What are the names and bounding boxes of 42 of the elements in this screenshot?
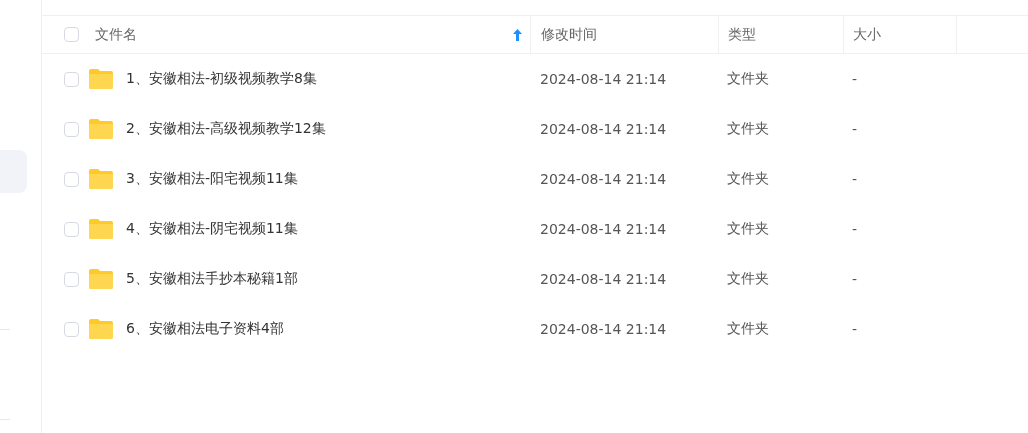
file-name[interactable]: 1、安徽相法-初级视频教学8集 [126, 70, 317, 88]
folder-icon [88, 68, 114, 90]
file-size: - [852, 171, 858, 187]
file-name[interactable]: 5、安徽相法手抄本秘籍1部 [126, 270, 298, 288]
modified-time: 2024-08-14 21:14 [540, 171, 667, 187]
file-type: 文件夹 [727, 220, 769, 238]
select-all-checkbox[interactable] [63, 27, 79, 42]
folder-icon [88, 168, 114, 190]
modified-time: 2024-08-14 21:14 [540, 321, 667, 337]
file-type: 文件夹 [727, 70, 769, 88]
column-header[interactable]: 修改时间 [541, 25, 597, 44]
column-header[interactable]: 文件名 [95, 25, 137, 44]
modified-time: 2024-08-14 21:14 [540, 271, 667, 287]
file-name[interactable]: 3、安徽相法-阳宅视频11集 [126, 170, 298, 188]
file-type: 文件夹 [727, 320, 769, 338]
row-checkbox[interactable] [63, 221, 79, 237]
file-size: - [852, 221, 858, 237]
file-size: - [852, 121, 858, 137]
file-type: 文件夹 [727, 120, 769, 138]
file-size: - [852, 71, 858, 87]
row-checkbox[interactable] [63, 321, 79, 337]
sort-arrow-icon[interactable] [513, 29, 522, 41]
modified-time: 2024-08-14 21:14 [540, 121, 667, 137]
file-size: - [852, 321, 858, 337]
file-type: 文件夹 [727, 170, 769, 188]
folder-icon [88, 118, 114, 140]
folder-icon [88, 318, 114, 340]
modified-time: 2024-08-14 21:14 [540, 71, 667, 87]
row-checkbox[interactable] [63, 121, 79, 137]
modified-time: 2024-08-14 21:14 [540, 221, 667, 237]
row-checkbox[interactable] [63, 271, 79, 287]
row-checkbox[interactable] [63, 171, 79, 187]
folder-icon [88, 268, 114, 290]
file-type: 文件夹 [727, 270, 769, 288]
file-name[interactable]: 2、安徽相法-高级视频教学12集 [126, 120, 326, 138]
column-header[interactable]: 类型 [728, 25, 756, 44]
file-size: - [852, 271, 858, 287]
row-checkbox[interactable] [63, 71, 79, 87]
column-header[interactable]: 大小 [853, 25, 881, 44]
file-name[interactable]: 6、安徽相法电子资料4部 [126, 320, 284, 338]
folder-icon [88, 218, 114, 240]
file-name[interactable]: 4、安徽相法-阴宅视频11集 [126, 220, 298, 238]
